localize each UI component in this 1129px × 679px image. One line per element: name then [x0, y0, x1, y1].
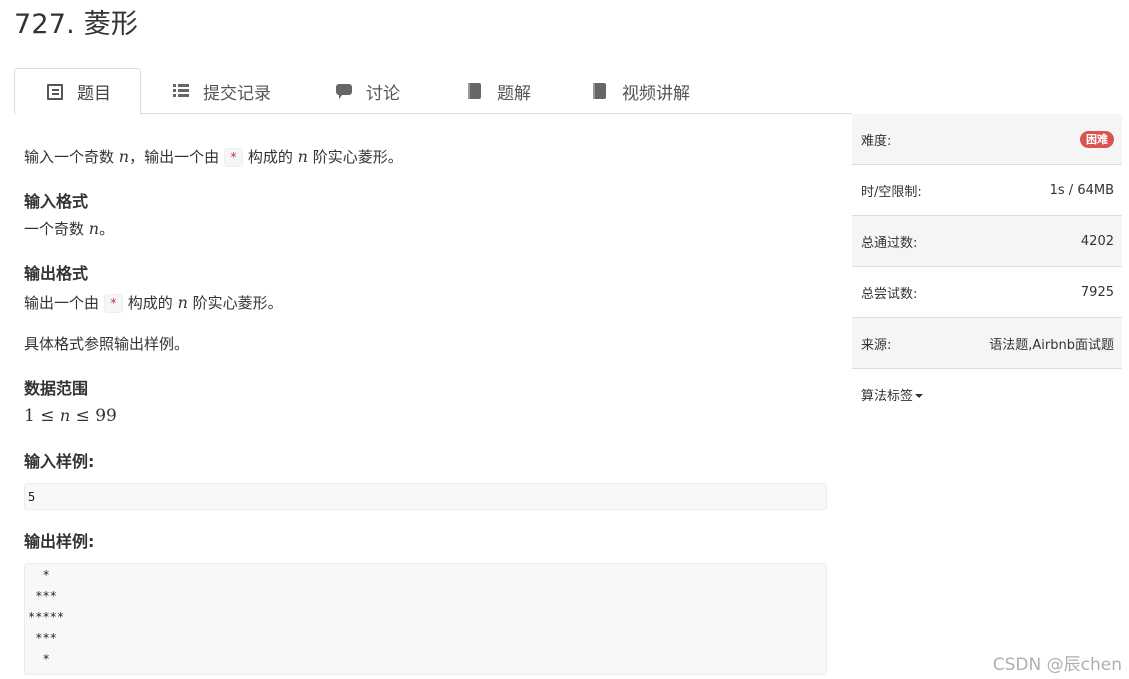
watermark: CSDN @辰chen	[992, 655, 1122, 675]
math-var: n	[59, 406, 71, 425]
tab-discussion[interactable]: 讨论	[300, 68, 431, 114]
problem-tabs: 题目 提交记录 讨论 题解 视频讲解	[14, 68, 852, 115]
text: 一个奇数	[24, 220, 89, 238]
difficulty-row: 难度: 困难	[852, 114, 1122, 165]
text: 构成的	[123, 294, 178, 312]
problem-info-panel: 难度: 困难 时/空限制: 1s / 64MB 总通过数: 4202 总尝试数:…	[852, 114, 1122, 420]
algorithm-tags-label: 算法标签	[861, 385, 924, 404]
math-var: n	[297, 147, 308, 166]
tried-label: 总尝试数:	[861, 286, 918, 302]
data-range-text: 1 ≤ n ≤ 99	[24, 405, 117, 427]
tab-video[interactable]: 视频讲解	[560, 68, 720, 114]
book-icon	[467, 83, 483, 99]
document-icon	[47, 83, 63, 100]
source-label: 来源:	[861, 337, 892, 353]
text: 。	[99, 220, 115, 238]
inline-code: *	[103, 294, 124, 313]
passed-row: 总通过数: 4202	[852, 216, 1122, 267]
tab-label: 题目	[77, 84, 111, 104]
text: 阶实心菱形。	[187, 294, 283, 312]
tried-value: 7925	[1080, 284, 1114, 300]
sample-input-heading: 输入样例:	[24, 452, 95, 471]
difficulty-label: 难度:	[861, 133, 892, 149]
tags-text: 算法标签	[861, 389, 914, 404]
sample-output-code: * *** ***** *** *	[28, 568, 65, 666]
tried-row: 总尝试数: 7925	[852, 267, 1122, 318]
limit-value: 1s / 64MB	[1049, 182, 1114, 198]
tab-problem[interactable]: 题目	[14, 68, 141, 115]
math-var: n	[177, 293, 188, 312]
limit-label: 时/空限制:	[861, 184, 922, 200]
limit-row: 时/空限制: 1s / 64MB	[852, 165, 1122, 216]
difficulty-badge: 困难	[1080, 130, 1114, 148]
output-note: 具体格式参照输出样例。	[24, 335, 190, 353]
data-range-heading: 数据范围	[24, 379, 89, 398]
text: 输入一个奇数	[24, 148, 119, 166]
passed-value: 4202	[1080, 233, 1114, 249]
output-format-heading: 输出格式	[24, 264, 89, 283]
tab-label: 题解	[497, 83, 531, 104]
list-icon	[173, 83, 189, 99]
text: 阶实心菱形。	[307, 148, 403, 166]
page-title: 727. 菱形	[14, 9, 139, 40]
tab-label: 视频讲解	[622, 83, 690, 104]
text: 输出一个由	[24, 294, 104, 312]
sample-input-code: 5	[28, 490, 36, 504]
text: ，输出一个由	[129, 148, 224, 166]
inline-code: *	[223, 148, 244, 167]
source-value: 语法题,Airbnb面试题	[989, 337, 1114, 353]
passed-label: 总通过数:	[861, 235, 918, 251]
algorithm-tags-toggle[interactable]: 算法标签	[852, 369, 1122, 420]
math-var: n	[118, 147, 130, 166]
tab-label: 提交记录	[203, 83, 271, 104]
input-format-heading: 输入格式	[24, 192, 89, 211]
math-text: ≤ 99	[70, 406, 117, 426]
text: 构成的	[243, 148, 298, 166]
book-icon	[592, 83, 608, 99]
math-text: 1 ≤	[24, 406, 60, 426]
statement-paragraph: 输入一个奇数 n，输出一个由 * 构成的 n 阶实心菱形。	[24, 146, 403, 168]
tab-submissions[interactable]: 提交记录	[141, 68, 300, 114]
tab-label: 讨论	[366, 83, 400, 104]
input-format-text: 一个奇数 n。	[24, 218, 114, 240]
sample-output-box[interactable]: * *** ***** *** *	[24, 563, 827, 675]
sample-output-heading: 输出样例:	[24, 532, 95, 551]
sample-input-box[interactable]: 5	[24, 483, 827, 510]
source-row: 来源: 语法题,Airbnb面试题	[852, 318, 1122, 369]
caret-down-icon	[915, 394, 924, 398]
tab-solutions[interactable]: 题解	[431, 68, 560, 114]
math-var: n	[88, 219, 100, 238]
comment-icon	[336, 83, 352, 99]
output-format-text: 输出一个由 * 构成的 n 阶实心菱形。	[24, 292, 283, 314]
